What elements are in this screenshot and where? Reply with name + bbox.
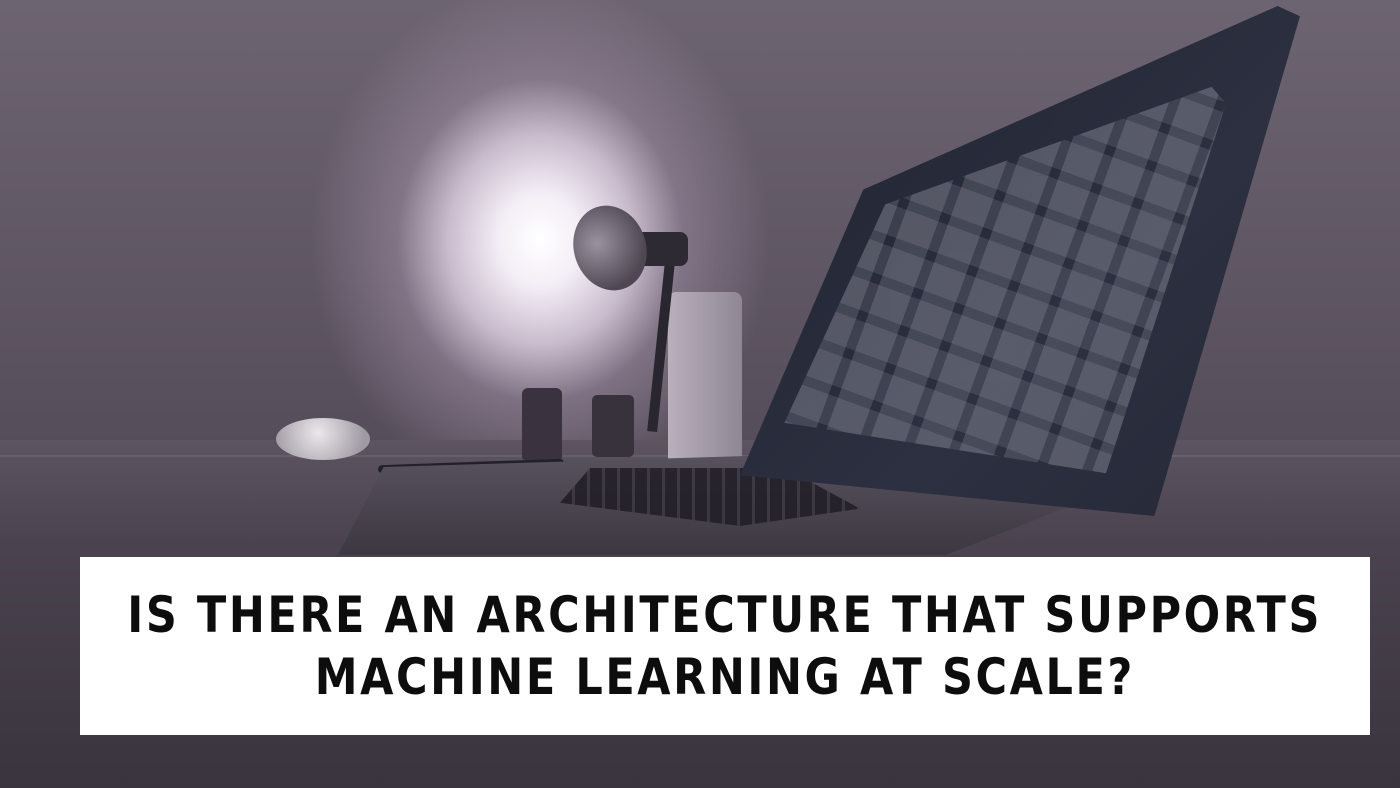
speaker <box>668 292 742 468</box>
desk-bottle <box>522 388 562 460</box>
desk-bottle <box>592 395 634 457</box>
caption-line-2: MACHINE LEARNING AT SCALE? <box>314 648 1136 706</box>
caption-line-1: IS THERE AN ARCHITECTURE THAT SUPPORTS <box>127 586 1323 644</box>
computer-mouse <box>276 418 370 460</box>
caption-banner: IS THERE AN ARCHITECTURE THAT SUPPORTS M… <box>80 557 1370 735</box>
